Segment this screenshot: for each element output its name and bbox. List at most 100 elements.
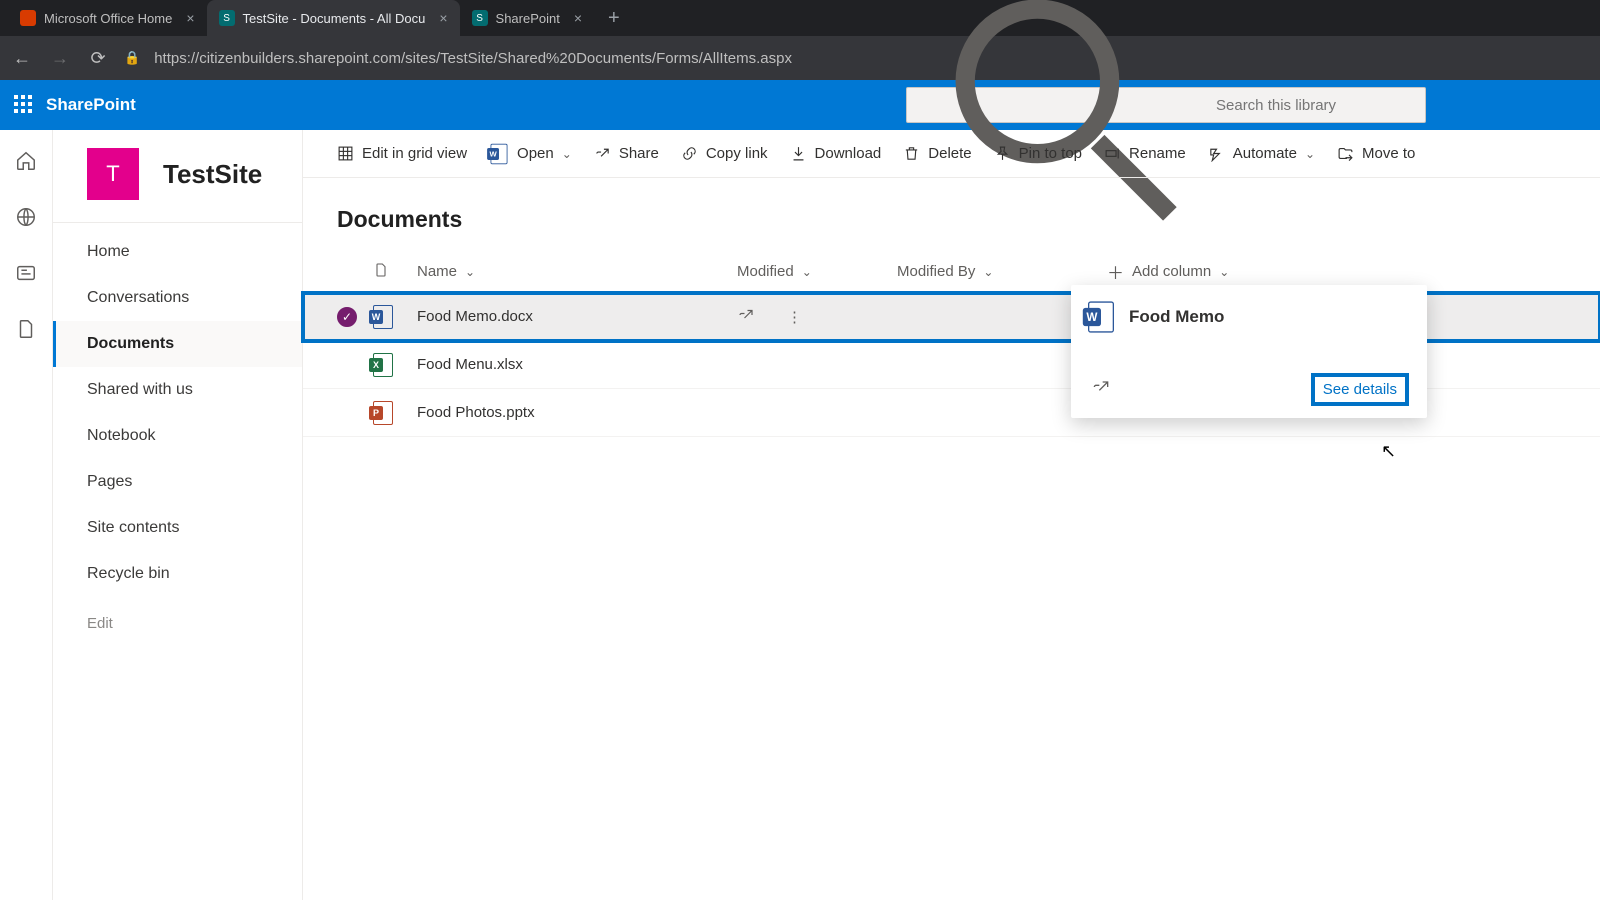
- browser-tab[interactable]: S TestSite - Documents - All Docu ×: [207, 0, 460, 36]
- cmd-label: Automate: [1233, 145, 1297, 162]
- address-bar[interactable]: https://citizenbuilders.sharepoint.com/s…: [154, 50, 792, 67]
- chevron-down-icon: ⌄: [983, 265, 993, 279]
- word-icon: [373, 305, 393, 329]
- trash-icon: [903, 145, 920, 162]
- browser-toolbar: ← → ⟳ 🔒 https://citizenbuilders.sharepoi…: [0, 36, 1600, 80]
- site-logo[interactable]: T: [87, 148, 139, 200]
- nav-shared-with-us[interactable]: Shared with us: [53, 367, 302, 413]
- file-name[interactable]: Food Memo.docx: [417, 308, 737, 325]
- nav-site-contents[interactable]: Site contents: [53, 505, 302, 551]
- rename-icon: [1104, 145, 1121, 162]
- browser-tab[interactable]: S SharePoint ×: [460, 0, 595, 36]
- close-icon[interactable]: ×: [574, 10, 582, 26]
- cmd-delete[interactable]: Delete: [903, 145, 971, 162]
- move-icon: [1337, 145, 1354, 162]
- share-icon: [594, 145, 611, 162]
- globe-icon[interactable]: [15, 206, 37, 228]
- forward-button[interactable]: →: [48, 48, 72, 69]
- col-name[interactable]: Name⌄: [417, 263, 737, 280]
- grid-icon: [337, 145, 354, 162]
- cmd-label: Delete: [928, 145, 971, 162]
- cmd-copy-link[interactable]: Copy link: [681, 145, 768, 162]
- cmd-label: Pin to top: [1019, 145, 1082, 162]
- site-name[interactable]: TestSite: [163, 159, 262, 190]
- link-icon: [681, 145, 698, 162]
- browser-tab[interactable]: Microsoft Office Home ×: [8, 0, 207, 36]
- nav-edit-link[interactable]: Edit: [53, 597, 302, 632]
- back-button[interactable]: ←: [10, 48, 34, 69]
- col-modified-by[interactable]: Modified By⌄: [897, 263, 1107, 280]
- suite-header: SharePoint: [0, 80, 1600, 130]
- close-icon[interactable]: ×: [186, 10, 194, 26]
- cmd-pin[interactable]: Pin to top: [994, 145, 1082, 162]
- plus-icon: ＋: [1107, 259, 1124, 284]
- library-title: Documents: [303, 178, 1600, 251]
- chevron-down-icon: ⌄: [802, 265, 812, 279]
- tab-title: TestSite - Documents - All Docu: [243, 11, 426, 26]
- cmd-share[interactable]: Share: [594, 145, 659, 162]
- command-bar: Edit in grid view Open ⌄ Share Copy link…: [303, 130, 1600, 178]
- file-hover-card: Food Memo See details: [1071, 285, 1427, 418]
- cursor-icon: ↖: [1381, 441, 1396, 462]
- cmd-label: Download: [815, 145, 882, 162]
- cmd-label: Edit in grid view: [362, 145, 467, 162]
- news-icon[interactable]: [15, 262, 37, 284]
- cmd-automate[interactable]: Automate ⌄: [1208, 145, 1315, 162]
- sharepoint-icon: S: [219, 10, 235, 26]
- file-name[interactable]: Food Photos.pptx: [417, 404, 737, 421]
- search-input[interactable]: [1216, 97, 1415, 114]
- cmd-download[interactable]: Download: [790, 145, 882, 162]
- flow-icon: [1208, 145, 1225, 162]
- cmd-label: Share: [619, 145, 659, 162]
- chevron-down-icon: ⌄: [1219, 265, 1229, 279]
- search-box[interactable]: [906, 87, 1426, 123]
- cmd-label: Copy link: [706, 145, 768, 162]
- cmd-label: Rename: [1129, 145, 1186, 162]
- files-icon[interactable]: [15, 318, 37, 340]
- site-sidebar: T TestSite Home Conversations Documents …: [53, 130, 303, 900]
- site-nav: Home Conversations Documents Shared with…: [53, 222, 302, 632]
- close-icon[interactable]: ×: [439, 10, 447, 26]
- share-icon[interactable]: [737, 306, 787, 328]
- main-pane: Edit in grid view Open ⌄ Share Copy link…: [303, 130, 1600, 900]
- tab-title: SharePoint: [496, 11, 560, 26]
- lock-icon: 🔒: [124, 50, 140, 66]
- sharepoint-icon: S: [472, 10, 488, 26]
- nav-home[interactable]: Home: [53, 229, 302, 275]
- filetype-column-icon[interactable]: [373, 261, 417, 283]
- cmd-label: Open: [517, 145, 554, 162]
- nav-conversations[interactable]: Conversations: [53, 275, 302, 321]
- share-icon[interactable]: [1091, 377, 1111, 402]
- col-modified[interactable]: Modified⌄: [737, 263, 897, 280]
- cmd-rename[interactable]: Rename: [1104, 145, 1186, 162]
- col-add[interactable]: ＋Add column⌄: [1107, 259, 1307, 284]
- reload-button[interactable]: ⟳: [86, 48, 110, 69]
- cmd-open[interactable]: Open ⌄: [489, 142, 572, 166]
- nav-recycle-bin[interactable]: Recycle bin: [53, 551, 302, 597]
- file-name[interactable]: Food Menu.xlsx: [417, 356, 737, 373]
- new-tab-button[interactable]: +: [594, 7, 634, 30]
- nav-pages[interactable]: Pages: [53, 459, 302, 505]
- pin-icon: [994, 145, 1011, 162]
- office-icon: [20, 10, 36, 26]
- hover-card-title: Food Memo: [1129, 307, 1224, 327]
- tab-title: Microsoft Office Home: [44, 11, 172, 26]
- see-details-link[interactable]: See details: [1313, 375, 1407, 404]
- app-name[interactable]: SharePoint: [46, 95, 136, 115]
- nav-documents[interactable]: Documents: [53, 321, 302, 367]
- home-icon[interactable]: [15, 150, 37, 172]
- row-select-checkbox[interactable]: ✓: [337, 307, 357, 327]
- download-icon: [790, 145, 807, 162]
- cmd-move-to[interactable]: Move to: [1337, 145, 1415, 162]
- powerpoint-icon: [373, 401, 393, 425]
- chevron-down-icon: ⌄: [562, 147, 572, 161]
- cmd-edit-grid[interactable]: Edit in grid view: [337, 145, 467, 162]
- more-actions-icon[interactable]: ⋮: [787, 308, 837, 326]
- word-icon: [1088, 301, 1114, 332]
- nav-notebook[interactable]: Notebook: [53, 413, 302, 459]
- browser-tabstrip: Microsoft Office Home × S TestSite - Doc…: [0, 0, 1600, 36]
- app-launcher-icon[interactable]: [14, 95, 34, 115]
- app-rail: [0, 130, 53, 900]
- chevron-down-icon: ⌄: [1305, 147, 1315, 161]
- excel-icon: [373, 353, 393, 377]
